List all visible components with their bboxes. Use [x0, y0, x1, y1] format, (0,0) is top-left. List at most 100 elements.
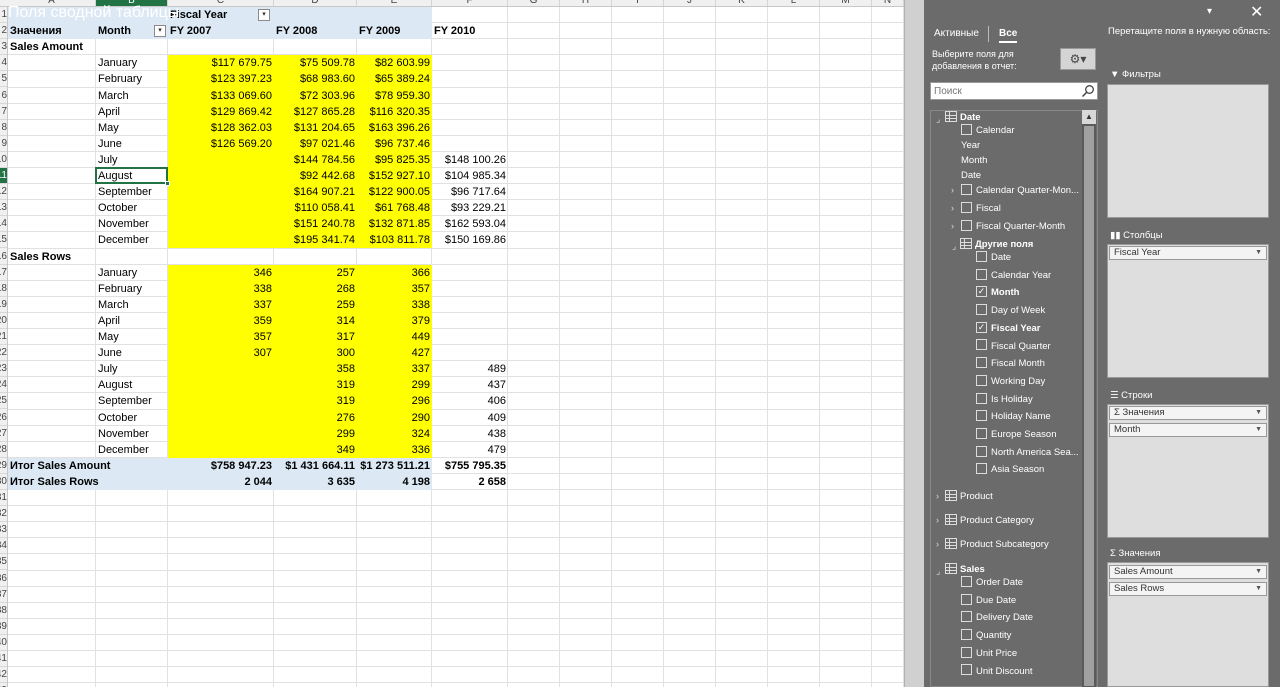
month-cell[interactable]: September [96, 393, 168, 409]
column-header-g[interactable]: G [508, 0, 560, 6]
value-cell[interactable]: $65 389.24 [357, 71, 432, 87]
field-item[interactable]: Quantity [961, 629, 1011, 643]
row-header[interactable]: 39 [0, 619, 7, 635]
value-cell[interactable]: 406 [432, 393, 508, 409]
value-cell[interactable]: $110 058.41 [274, 200, 357, 216]
row-header[interactable]: 36 [0, 571, 7, 587]
collapse-arrow-icon[interactable]: ⌟ [936, 114, 940, 125]
column-header-n[interactable]: N [872, 0, 904, 6]
row-header[interactable]: 13 [0, 200, 7, 217]
value-cell[interactable]: 409 [432, 410, 508, 426]
value-cell[interactable]: 317 [274, 329, 357, 345]
field-item[interactable]: Holiday Name [976, 410, 1051, 424]
values-area-field[interactable]: Sales Rows ▼ [1109, 582, 1267, 596]
rows-area-field[interactable]: Σ Значения ▼ [1109, 406, 1267, 420]
field-item[interactable]: Day of Week [976, 304, 1045, 318]
grand-total-label[interactable]: Итог Sales Rows [8, 474, 168, 490]
row-header[interactable]: 43 [0, 683, 7, 687]
value-cell[interactable]: $126 569.20 [168, 136, 274, 152]
month-cell[interactable]: October [96, 200, 168, 216]
row-header[interactable]: 37 [0, 587, 7, 603]
tab-all[interactable]: Все [999, 28, 1018, 43]
field-item[interactable]: Date [961, 169, 981, 183]
checkbox[interactable] [976, 427, 987, 439]
value-cell[interactable]: $96 737.46 [357, 136, 432, 152]
month-cell[interactable]: May [96, 120, 168, 136]
scroll-up-arrow-icon[interactable]: ▲ [1082, 110, 1096, 124]
value-cell[interactable]: $132 871.85 [357, 216, 432, 232]
checkbox[interactable]: ✓ [976, 321, 987, 333]
row-header[interactable]: 27 [0, 426, 7, 442]
value-cell[interactable]: 300 [274, 345, 357, 361]
checkbox[interactable] [976, 250, 987, 262]
field-item[interactable]: Working Day [976, 374, 1045, 389]
value-cell[interactable]: 319 [274, 377, 357, 393]
value-cell[interactable]: 299 [274, 426, 357, 442]
measure-label[interactable]: Sales Rows [8, 249, 96, 265]
column-header-c[interactable]: C [168, 0, 274, 6]
month-cell[interactable]: September [96, 184, 168, 200]
row-header[interactable]: 7 [0, 104, 7, 120]
value-cell[interactable]: 337 [357, 361, 432, 377]
chevron-down-icon[interactable]: ▼ [1255, 583, 1262, 595]
column-header-m[interactable]: M [820, 0, 872, 6]
fiscal-year-filter-button[interactable]: ▾ [258, 9, 270, 21]
checkbox[interactable] [961, 123, 972, 135]
panel-options-dropdown-icon[interactable]: ▾ [1207, 6, 1212, 17]
month-cell[interactable]: February [96, 71, 168, 87]
row-header[interactable]: 2 [0, 23, 7, 40]
value-cell[interactable]: 257 [274, 265, 357, 281]
value-cell[interactable]: 357 [168, 329, 274, 345]
field-item[interactable]: Month [961, 154, 987, 168]
value-cell[interactable]: $127 865.28 [274, 104, 357, 120]
table-item[interactable]: Product Category [945, 513, 1034, 528]
grand-total-label[interactable]: Итог Sales Amount [8, 458, 168, 474]
filters-drop-area[interactable] [1107, 84, 1269, 218]
value-cell[interactable]: 337 [168, 297, 274, 313]
field-item[interactable]: Fiscal [961, 201, 1001, 216]
value-cell[interactable]: $148 100.26 [432, 152, 508, 168]
checkbox[interactable] [961, 646, 972, 658]
value-cell[interactable]: 324 [357, 426, 432, 442]
field-item[interactable]: Calendar Year [976, 268, 1051, 283]
value-cell[interactable]: 276 [274, 410, 357, 426]
row-header[interactable]: 26 [0, 410, 7, 426]
month-cell[interactable]: June [96, 345, 168, 361]
value-cell[interactable]: 366 [357, 265, 432, 281]
value-cell[interactable]: $78 959.30 [357, 88, 432, 104]
value-cell[interactable]: $117 679.75 [168, 55, 274, 71]
column-header-d[interactable]: D [274, 0, 357, 6]
value-cell[interactable]: 336 [357, 442, 432, 458]
column-header-i[interactable]: I [612, 0, 664, 6]
value-cell[interactable]: $103 811.78 [357, 232, 432, 248]
checkbox[interactable] [976, 339, 987, 351]
row-header[interactable]: 28 [0, 442, 7, 458]
expand-arrow-icon[interactable]: › [936, 515, 939, 525]
grand-total-value[interactable]: $1 431 664.11 [274, 458, 357, 474]
table-sales[interactable]: Sales [945, 562, 985, 577]
checkbox[interactable] [976, 357, 987, 369]
month-cell[interactable]: December [96, 442, 168, 458]
value-cell[interactable]: 359 [168, 313, 274, 329]
collapse-arrow-icon[interactable]: ⌟ [936, 566, 940, 577]
table-date[interactable]: Date [945, 110, 981, 125]
value-cell[interactable]: 358 [274, 361, 357, 377]
value-cell[interactable]: $92 442.68 [274, 168, 357, 184]
row-header[interactable]: 25 [0, 393, 7, 410]
value-cell[interactable]: $128 362.03 [168, 120, 274, 136]
grand-total-value[interactable]: $758 947.23 [168, 458, 274, 474]
field-item[interactable]: Date [976, 250, 1011, 265]
value-cell[interactable]: $195 341.74 [274, 232, 357, 248]
row-header[interactable]: 9 [0, 136, 7, 152]
value-cell[interactable]: 438 [432, 426, 508, 442]
checkbox[interactable] [961, 201, 972, 213]
scroll-thumb[interactable] [1084, 126, 1094, 686]
row-header[interactable]: 40 [0, 635, 7, 651]
column-header-j[interactable]: J [664, 0, 716, 6]
row-header[interactable]: 41 [0, 651, 7, 667]
value-cell[interactable]: $144 784.56 [274, 152, 357, 168]
field-item[interactable]: Unit Price [961, 646, 1017, 661]
row-header[interactable]: 35 [0, 554, 7, 571]
checkbox[interactable] [961, 664, 972, 676]
row-header[interactable]: 31 [0, 490, 7, 506]
